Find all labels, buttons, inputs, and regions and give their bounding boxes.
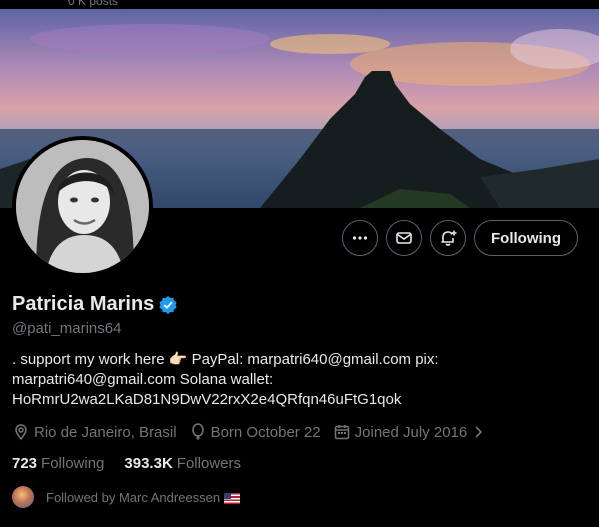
location-text: Rio de Janeiro, Brasil <box>34 423 177 441</box>
envelope-icon <box>396 232 412 244</box>
profile-bio: . support my work here 👉🏻 PayPal: marpat… <box>12 351 439 408</box>
verified-badge-icon[interactable] <box>158 295 178 315</box>
followed-by-text: Followed by Marc Andreessen <box>46 489 221 505</box>
posts-count: 0 K posts <box>68 0 119 8</box>
followers-label: Followers <box>176 455 241 472</box>
following-label: Following <box>41 455 105 472</box>
chevron-right-icon <box>475 426 483 438</box>
born-item: Born October 22 <box>189 423 321 441</box>
following-link[interactable]: 723 Following <box>12 455 104 472</box>
balloon-icon <box>191 423 204 440</box>
following-count: 723 <box>12 455 38 472</box>
message-button[interactable] <box>386 220 423 256</box>
joined-text: Joined July 2016 <box>354 423 468 441</box>
location-item: Rio de Janeiro, Brasil <box>12 423 177 441</box>
joined-item[interactable]: Joined July 2016 <box>333 423 486 441</box>
follower-avatar <box>12 486 34 508</box>
born-text: Born October 22 <box>210 423 321 441</box>
calendar-icon <box>334 425 349 440</box>
followers-count: 393.3K <box>124 455 173 472</box>
followed-by-row[interactable]: Followed by Marc Andreessen <box>12 486 241 508</box>
following-button[interactable]: Following <box>474 220 578 256</box>
profile-meta: Rio de Janeiro, Brasil Born October 22 J… <box>12 423 485 441</box>
profile-handle: @pati_marins64 <box>12 320 122 337</box>
bell-plus-icon <box>441 230 457 246</box>
profile-name-row: Patricia Marins <box>12 293 178 316</box>
location-pin-icon <box>15 424 27 441</box>
us-flag-icon <box>224 492 241 504</box>
profile-actions: Following <box>342 220 578 256</box>
notify-button[interactable] <box>430 220 467 256</box>
header-strip: 0 K posts <box>0 0 599 9</box>
followers-link[interactable]: 393.3K Followers <box>124 455 241 472</box>
more-button[interactable] <box>342 220 379 256</box>
more-icon <box>352 236 368 240</box>
profile-avatar[interactable] <box>12 136 153 277</box>
profile-name: Patricia Marins <box>12 293 155 315</box>
profile-stats: 723 Following 393.3K Followers <box>12 455 241 472</box>
avatar-photo <box>16 140 149 273</box>
